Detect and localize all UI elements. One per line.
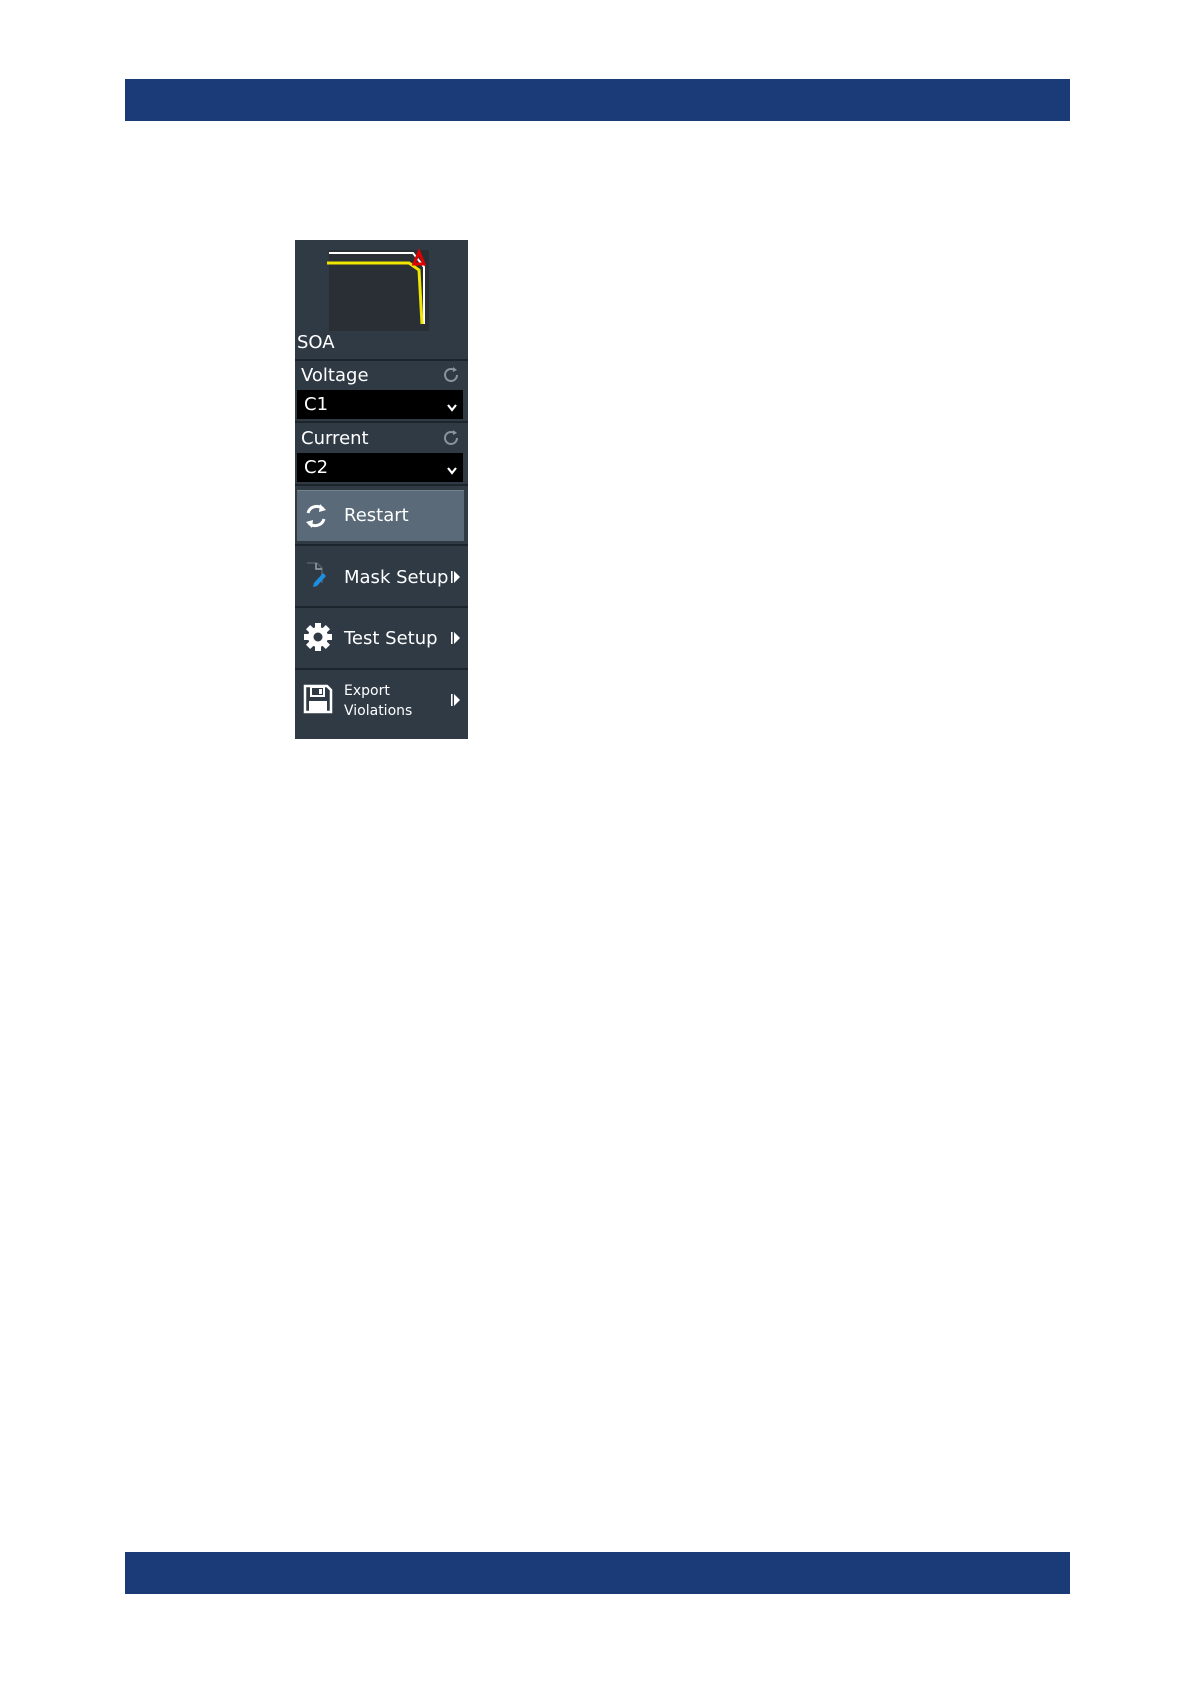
current-label-row: Current: [295, 424, 468, 452]
mask-setup-button[interactable]: Mask Setup: [295, 546, 468, 605]
submenu-arrow-icon: [451, 693, 460, 712]
current-select[interactable]: C2: [297, 453, 463, 482]
restart-button[interactable]: Restart: [295, 490, 468, 541]
chevron-down-icon: [447, 462, 457, 480]
submenu-arrow-icon: [451, 570, 460, 589]
test-setup-label: Test Setup: [344, 628, 438, 649]
export-violations-button[interactable]: Export Violations: [295, 670, 468, 739]
export-violations-label: Export Violations: [344, 681, 412, 721]
mask-edit-icon: [303, 561, 329, 596]
restart-label: Restart: [344, 505, 409, 526]
voltage-label: Voltage: [301, 365, 369, 386]
voltage-label-row: Voltage: [295, 361, 468, 389]
test-setup-button[interactable]: Test Setup: [295, 608, 468, 667]
reset-icon[interactable]: [442, 429, 460, 452]
gear-icon: [303, 622, 333, 657]
current-label: Current: [301, 428, 369, 449]
voltage-select[interactable]: C1: [297, 390, 463, 419]
mask-setup-label: Mask Setup: [344, 567, 449, 588]
export-label-line2: Violations: [344, 703, 413, 719]
reset-icon[interactable]: [442, 366, 460, 389]
soa-preview[interactable]: SOA: [295, 240, 468, 359]
floppy-disk-icon: [303, 684, 333, 719]
divider: [295, 421, 468, 423]
footer-band: [125, 1552, 1070, 1594]
submenu-arrow-icon: [451, 631, 460, 650]
refresh-icon: [303, 502, 329, 535]
preview-label: SOA: [297, 332, 335, 353]
chevron-down-icon: [447, 399, 457, 417]
header-band: [125, 79, 1070, 121]
current-select-value: C2: [304, 457, 329, 478]
divider: [295, 484, 468, 486]
soa-panel: SOA Voltage C1 Current C2 Restart Mask S…: [295, 240, 468, 739]
voltage-select-value: C1: [304, 394, 329, 415]
export-label-line1: Export: [344, 683, 390, 699]
